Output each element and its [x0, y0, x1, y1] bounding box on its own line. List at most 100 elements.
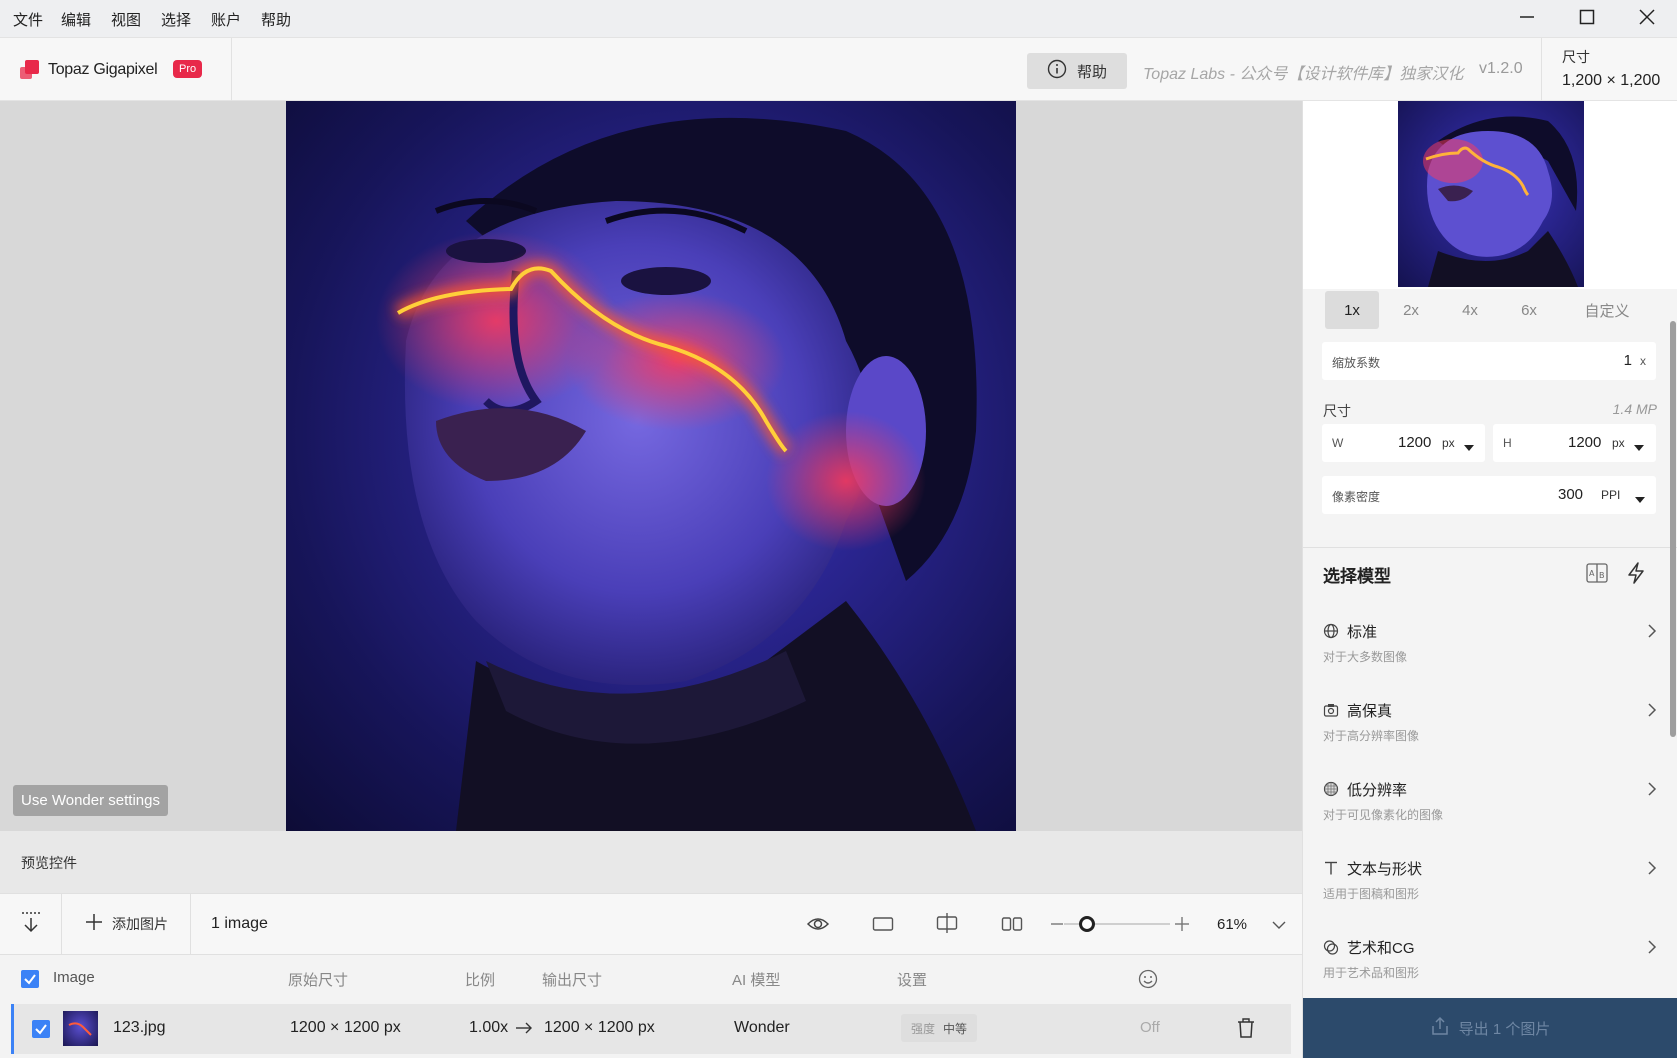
row-settings-chip[interactable]: 强度 中等 [901, 1014, 977, 1042]
camera-icon [1323, 702, 1339, 723]
caret-down-icon[interactable] [1464, 439, 1474, 457]
ppi-value[interactable]: 300 [1558, 486, 1583, 503]
trash-icon[interactable] [1236, 1017, 1256, 1044]
panel-scrollbar[interactable] [1670, 321, 1676, 737]
width-label: W [1332, 436, 1344, 450]
text-icon [1323, 860, 1339, 881]
close-button[interactable] [1627, 4, 1667, 34]
pro-badge: Pro [173, 60, 203, 78]
chevron-right-icon [1646, 781, 1658, 802]
tab-scale-4x[interactable]: 4x [1443, 291, 1497, 329]
use-wonder-settings-button[interactable]: Use Wonder settings [13, 785, 168, 816]
dimensions-label: 尺寸 [1323, 403, 1351, 419]
model-low-resolution[interactable]: 低分辨率 对于可见像素化的图像 [1323, 779, 1658, 849]
model-subtitle: 适用于图稿和图形 [1323, 887, 1420, 901]
width-field[interactable]: W 1200 px [1322, 424, 1485, 462]
height-unit: px [1612, 436, 1625, 450]
header-ai-model: AI 模型 [732, 972, 781, 989]
export-label: 导出 1 个图片 [1458, 1020, 1551, 1038]
svg-text:A: A [1589, 569, 1595, 578]
scale-factor-field[interactable]: 缩放系数 1 x [1322, 342, 1656, 380]
header-settings: 设置 [897, 972, 928, 989]
export-button[interactable]: 导出 1 个图片 [1303, 998, 1677, 1058]
row-output-size: 1200 × 1200 px [544, 1019, 655, 1036]
globe-icon [1323, 623, 1339, 644]
compare-models-icon[interactable]: AB [1586, 563, 1608, 588]
height-field[interactable]: H 1200 px [1493, 424, 1656, 462]
size-label: 尺寸 [1562, 49, 1590, 65]
chevron-right-icon [1646, 623, 1658, 644]
image-queue-table: Image 原始尺寸 比例 输出尺寸 AI 模型 设置 123.jpg 1200… [0, 955, 1302, 1058]
model-standard[interactable]: 标准 对于大多数图像 [1323, 621, 1658, 691]
navigator-thumbnail[interactable] [1398, 101, 1584, 287]
scale-tabs: 1x 2x 4x 6x 自定义 [1322, 291, 1658, 329]
chevron-right-icon [1646, 939, 1658, 960]
menu-file[interactable]: 文件 [13, 9, 43, 30]
info-icon [1047, 59, 1067, 83]
svg-text:B: B [1599, 571, 1605, 580]
scale-factor-value: 1 [1623, 352, 1632, 369]
single-view-icon[interactable] [872, 914, 894, 939]
scale-factor-unit: x [1640, 354, 1646, 368]
image-count: 1 image [211, 915, 268, 932]
model-title: 艺术和CG [1347, 940, 1415, 957]
ppi-unit: PPI [1601, 488, 1621, 502]
add-image-button[interactable]: 添加图片 [62, 894, 191, 954]
lightning-icon[interactable] [1626, 562, 1646, 589]
model-high-fidelity[interactable]: 高保真 对于高分辨率图像 [1323, 700, 1658, 770]
select-all-checkbox[interactable] [21, 970, 39, 993]
menu-view[interactable]: 视图 [111, 9, 141, 30]
maximize-button[interactable] [1567, 4, 1607, 34]
model-text-shapes[interactable]: 文本与形状 适用于图稿和图形 [1323, 858, 1658, 928]
zoom-slider[interactable] [1064, 916, 1170, 932]
width-value[interactable]: 1200 [1398, 434, 1431, 451]
row-checkbox[interactable] [32, 1020, 50, 1043]
menu-help[interactable]: 帮助 [261, 9, 291, 30]
model-title: 文本与形状 [1347, 861, 1423, 878]
megapixels-value: 1.4 MP [1612, 401, 1657, 417]
size-value: 1,200 × 1,200 [1562, 72, 1661, 89]
face-recovery-icon [1138, 969, 1158, 994]
pixel-grid-icon [1323, 781, 1339, 802]
collapse-button[interactable] [0, 894, 62, 954]
minimize-icon [1518, 8, 1536, 31]
model-subtitle: 对于高分辨率图像 [1323, 729, 1420, 743]
tab-scale-1x[interactable]: 1x [1325, 291, 1379, 329]
eye-icon[interactable] [806, 913, 830, 940]
chevron-down-icon[interactable] [1271, 918, 1287, 936]
image-size-box: 尺寸 1,200 × 1,200 [1541, 38, 1677, 101]
zoom-slider-handle[interactable] [1079, 916, 1096, 932]
split-view-icon[interactable] [936, 912, 958, 939]
ppi-field[interactable]: 像素密度 300 PPI [1322, 476, 1656, 514]
chevron-right-icon [1646, 860, 1658, 881]
menu-account[interactable]: 账户 [211, 9, 241, 30]
maximize-icon [1578, 8, 1596, 31]
height-value[interactable]: 1200 [1568, 434, 1601, 451]
help-button[interactable]: 帮助 [1027, 53, 1127, 89]
preview-image[interactable] [286, 101, 1016, 831]
zoom-level: 61% [1217, 916, 1248, 933]
zoom-out-icon[interactable] [1050, 916, 1064, 937]
row-filename: 123.jpg [113, 1019, 166, 1036]
zoom-in-icon[interactable] [1174, 916, 1190, 937]
add-image-label: 添加图片 [112, 916, 168, 932]
header-output-size: 输出尺寸 [542, 972, 603, 989]
help-label: 帮助 [1076, 63, 1107, 81]
caret-down-icon[interactable] [1634, 439, 1644, 457]
model-art-cg[interactable]: 艺术和CG 用于艺术品和图形 [1323, 937, 1658, 1007]
arrow-right-icon [515, 1021, 533, 1040]
tab-scale-2x[interactable]: 2x [1384, 291, 1438, 329]
preview-area[interactable]: Use Wonder settings [0, 101, 1302, 831]
palette-icon [1323, 939, 1339, 960]
minimize-button[interactable] [1507, 4, 1547, 34]
caret-down-icon[interactable] [1635, 491, 1645, 509]
tab-scale-custom[interactable]: 自定义 [1562, 291, 1652, 329]
side-by-side-icon[interactable] [1001, 914, 1023, 939]
strength-value: 中等 [943, 1021, 968, 1036]
menu-select[interactable]: 选择 [161, 9, 191, 30]
download-arrow-icon [20, 910, 42, 939]
scale-factor-label: 缩放系数 [1332, 356, 1381, 370]
menu-edit[interactable]: 编辑 [61, 9, 91, 30]
tab-scale-6x[interactable]: 6x [1502, 291, 1556, 329]
credit-text: Topaz Labs - 公众号【设计软件库】独家汉化 [1143, 66, 1464, 83]
